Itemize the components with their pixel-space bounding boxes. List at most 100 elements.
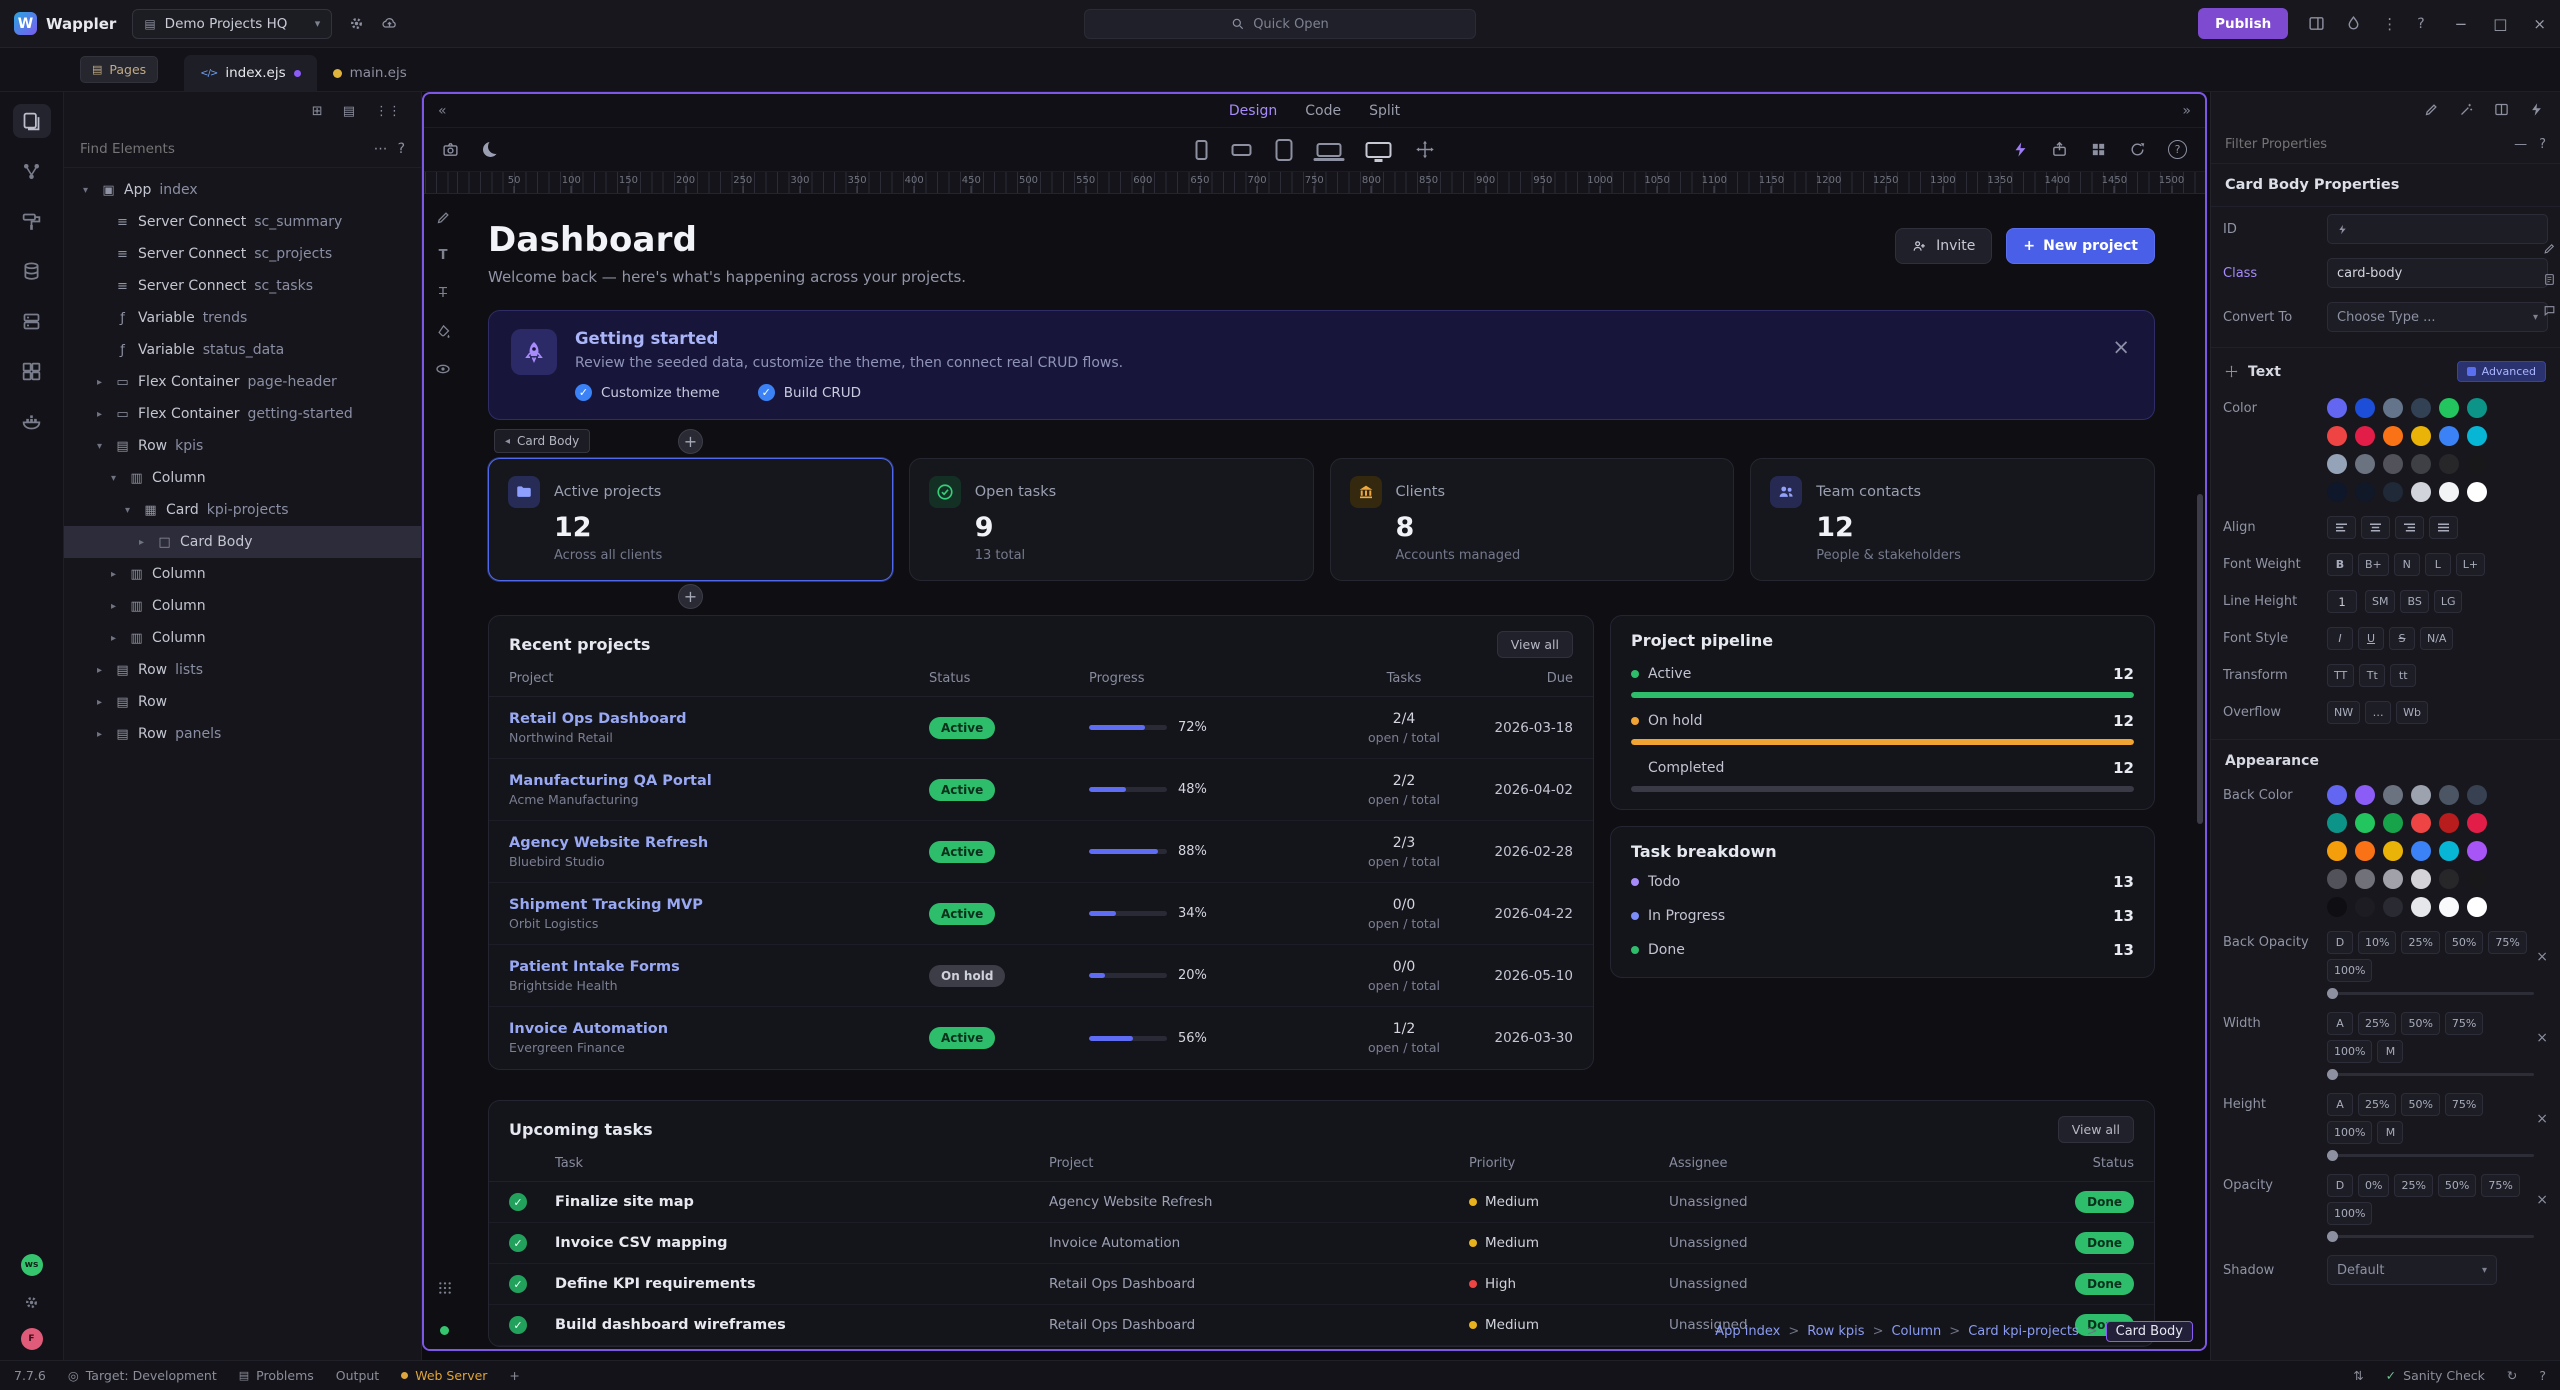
device-tablet-icon[interactable] — [1275, 139, 1292, 161]
align-left-icon[interactable] — [2327, 516, 2356, 539]
layout-panels-icon[interactable] — [2308, 15, 2325, 32]
components-grid-icon[interactable] — [2090, 141, 2107, 158]
font-style-option[interactable]: U — [2358, 627, 2384, 650]
height-option[interactable]: 50% — [2401, 1093, 2439, 1116]
advanced-toggle[interactable]: Advanced — [2457, 361, 2546, 382]
text-color-swatch[interactable] — [2355, 426, 2375, 446]
collapse-right-icon[interactable]: » — [2182, 103, 2191, 119]
publish-button[interactable]: Publish — [2198, 8, 2288, 39]
back-color-swatch[interactable] — [2467, 813, 2487, 833]
problems-button[interactable]: ▤ Problems — [239, 1368, 314, 1383]
target-selector[interactable]: ◎ Target: Development — [68, 1368, 217, 1383]
opacity-option[interactable]: 0% — [2358, 1174, 2389, 1197]
project-row[interactable]: Agency Website RefreshBluebird Studio Ac… — [489, 821, 1593, 883]
project-link[interactable]: Retail Ops Dashboard — [509, 711, 687, 727]
back-color-swatch[interactable] — [2411, 897, 2431, 917]
chevron-right-icon[interactable]: ▸ — [92, 729, 107, 740]
grid-toggle-icon[interactable] — [432, 1275, 458, 1301]
height-option[interactable]: A — [2327, 1093, 2353, 1116]
kpi-card[interactable]: Active projects 12 Across all clients — [488, 458, 893, 581]
pages-panel-icon[interactable] — [13, 104, 51, 138]
project-row[interactable]: Shipment Tracking MVPOrbit Logistics Act… — [489, 883, 1593, 945]
align-right-icon[interactable] — [2395, 516, 2424, 539]
breadcrumb-link[interactable]: Row kpis — [1807, 1324, 1864, 1339]
align-justify-icon[interactable] — [2429, 516, 2458, 539]
back-color-swatch[interactable] — [2439, 869, 2459, 889]
rail-docs-icon[interactable] — [2543, 273, 2556, 286]
text-color-swatch[interactable] — [2439, 398, 2459, 418]
status-help-icon[interactable]: ? — [2539, 1368, 2546, 1383]
add-element-above-button[interactable]: + — [678, 429, 703, 454]
chevron-right-icon[interactable]: ▸ — [92, 409, 107, 420]
dynamic-bolt-icon[interactable] — [2012, 141, 2029, 158]
slider-knob[interactable] — [2327, 988, 2338, 999]
maximize-button[interactable]: □ — [2493, 15, 2507, 33]
docker-panel-icon[interactable] — [13, 404, 51, 438]
opacity-option[interactable]: 100% — [2327, 1202, 2372, 1225]
tree-item-card-kpi-projects[interactable]: ▾ ▦ Cardkpi-projects — [64, 494, 421, 526]
project-link[interactable]: Patient Intake Forms — [509, 959, 680, 975]
props-wand-icon[interactable] — [2459, 102, 2474, 117]
rail-chat-icon[interactable] — [2543, 304, 2556, 317]
text-color-swatch[interactable] — [2355, 398, 2375, 418]
task-row[interactable]: ✓ Finalize site map Agency Website Refre… — [489, 1182, 2154, 1223]
back-opacity-option[interactable]: 50% — [2445, 931, 2483, 954]
tree-item-row[interactable]: ▸ ▤ Row — [64, 686, 421, 718]
slider-knob[interactable] — [2327, 1231, 2338, 1242]
line-height-option[interactable]: LG — [2434, 590, 2463, 613]
text-color-swatch[interactable] — [2383, 426, 2403, 446]
opacity-option[interactable]: 25% — [2394, 1174, 2432, 1197]
back-color-swatch[interactable] — [2355, 841, 2375, 861]
font-style-option[interactable]: N/A — [2420, 627, 2453, 650]
text-color-swatch[interactable] — [2327, 398, 2347, 418]
find-help-icon[interactable]: ? — [398, 141, 405, 157]
device-phone-icon[interactable] — [1195, 140, 1207, 160]
kpi-card[interactable]: Open tasks 9 13 total — [909, 458, 1314, 581]
close-button[interactable]: × — [2533, 15, 2546, 33]
project-link[interactable]: Invoice Automation — [509, 1021, 668, 1037]
remove-back-opacity-icon[interactable]: × — [2536, 949, 2548, 965]
tasks-view-all-button[interactable]: View all — [2058, 1116, 2134, 1143]
width-option[interactable]: 75% — [2445, 1012, 2483, 1035]
remove-opacity-icon[interactable]: × — [2536, 1192, 2548, 1208]
deploy-cloud-icon[interactable] — [381, 15, 398, 32]
screenshot-camera-icon[interactable] — [442, 141, 459, 158]
chevron-down-icon[interactable]: ▾ — [106, 473, 121, 484]
kpi-card[interactable]: Team contacts 12 People & stakeholders — [1750, 458, 2155, 581]
project-row[interactable]: Invoice AutomationEvergreen Finance Acti… — [489, 1007, 1593, 1069]
width-option[interactable]: M — [2377, 1040, 2403, 1063]
design-canvas[interactable]: T T Dashboard Welcome back — he — [424, 194, 2205, 1349]
dark-mode-moon-icon[interactable] — [483, 142, 498, 157]
width-option[interactable]: 25% — [2358, 1012, 2396, 1035]
help-icon[interactable]: ? — [2417, 16, 2424, 32]
class-input[interactable]: card-body — [2327, 258, 2548, 288]
tab-main-ejs[interactable]: main.ejs — [317, 55, 423, 91]
minimize-button[interactable]: − — [2455, 15, 2468, 33]
tree-item-card-body[interactable]: ▸ □ Card Body — [64, 526, 421, 558]
strip-settings-gear-icon[interactable] — [19, 1289, 45, 1315]
device-desktop-icon[interactable] — [1365, 142, 1391, 158]
server-panel-icon[interactable] — [13, 304, 51, 338]
mode-code-tab[interactable]: Code — [1305, 103, 1341, 119]
breadcrumb-current[interactable]: Card Body — [2106, 1321, 2193, 1342]
chevron-down-icon[interactable]: ▾ — [78, 185, 93, 196]
output-button[interactable]: Output — [336, 1368, 379, 1383]
workflows-panel-icon[interactable] — [13, 154, 51, 188]
tree-item-column[interactable]: ▸ ▥ Column — [64, 590, 421, 622]
chevron-right-icon[interactable]: ▸ — [134, 537, 149, 548]
add-element-below-button[interactable]: + — [678, 584, 703, 609]
mode-design-tab[interactable]: Design — [1229, 103, 1277, 119]
check-item-build-crud[interactable]: ✓ Build CRUD — [758, 384, 861, 401]
overflow-option[interactable]: NW — [2327, 701, 2360, 724]
tree-item-server-connect-sc_tasks[interactable]: ≡ Server Connectsc_tasks — [64, 270, 421, 302]
project-link[interactable]: Manufacturing QA Portal — [509, 773, 712, 789]
height-slider[interactable] — [2327, 1154, 2534, 1157]
back-color-swatch[interactable] — [2439, 813, 2459, 833]
props-help-icon[interactable]: ? — [2539, 137, 2546, 152]
align-center-icon[interactable] — [2361, 516, 2390, 539]
components-panel-icon[interactable] — [13, 354, 51, 388]
overflow-option[interactable]: Wb — [2396, 701, 2428, 724]
extension-badge[interactable]: F — [21, 1328, 43, 1350]
text-color-swatch[interactable] — [2327, 482, 2347, 502]
width-option[interactable]: A — [2327, 1012, 2353, 1035]
